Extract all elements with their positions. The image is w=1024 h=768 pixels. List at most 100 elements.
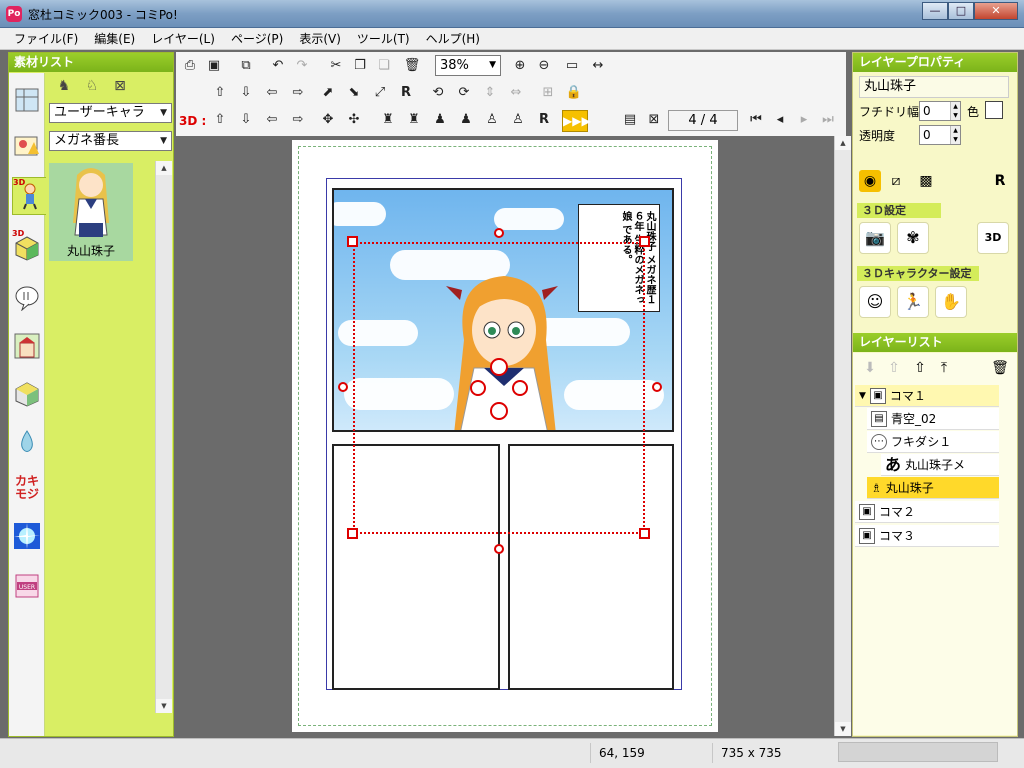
resize-handle-bottom-left[interactable] xyxy=(347,528,358,539)
expand-icon[interactable]: ⤢ xyxy=(370,83,390,103)
balloon-category-button[interactable] xyxy=(12,279,42,317)
pose-handle-body[interactable] xyxy=(490,402,508,420)
flip-horizontal-icon[interactable]: ⇔ xyxy=(506,83,526,103)
next-page-icon[interactable]: ▸ xyxy=(794,110,814,130)
tilt-forward-icon[interactable]: ♟ xyxy=(430,110,450,130)
menu-page[interactable]: ページ(P) xyxy=(223,30,291,47)
rotate-handle-top[interactable] xyxy=(494,228,504,238)
move-left-icon[interactable]: ⇦ xyxy=(262,83,282,103)
pose-handle-left-arm[interactable] xyxy=(470,380,486,396)
frame-clip-icon[interactable]: ⧄ xyxy=(885,170,907,192)
rotate-left-icon[interactable]: ⟲ xyxy=(428,83,448,103)
character-pose-icon[interactable]: ♞ xyxy=(55,77,73,95)
canvas-scrollbar[interactable]: ▲ ▼ xyxy=(834,136,851,736)
close-button[interactable]: ✕ xyxy=(974,2,1018,20)
category-select[interactable]: ユーザーキャラ ▼ xyxy=(49,103,172,123)
resize-handle-top-left[interactable] xyxy=(347,236,358,247)
pose-icon[interactable]: 🏃 xyxy=(897,286,929,318)
layer-item-panel-1[interactable]: ▼ ▣ コマ１ xyxy=(855,385,999,407)
comic-page[interactable]: 丸山珠子 メガネ歴１６年 生粋のメガネっ娘 である。 xyxy=(292,140,718,732)
3d-move-left-icon[interactable]: ⇦ xyxy=(262,110,282,130)
lock-icon[interactable]: 🔒 xyxy=(564,83,584,103)
spinner-arrows-icon[interactable]: ▲ ▼ xyxy=(950,102,960,120)
copy-icon[interactable]: ❐ xyxy=(350,56,370,76)
3d-view-icon[interactable]: 3D xyxy=(977,222,1009,254)
reset-icon[interactable]: R xyxy=(396,83,416,103)
face-expression-icon[interactable]: ☺ xyxy=(859,286,891,318)
move-right-icon[interactable]: ⇨ xyxy=(288,83,308,103)
lean-left-icon[interactable]: ♙ xyxy=(482,110,502,130)
last-page-icon[interactable]: ⏭ xyxy=(818,110,838,130)
move-down-icon[interactable]: ⇩ xyxy=(236,83,256,103)
opacity-spinner[interactable]: 0 ▲ ▼ xyxy=(919,125,961,145)
align-icon[interactable]: ⊞ xyxy=(538,83,558,103)
save-icon[interactable]: ▣ xyxy=(204,56,224,76)
zoom-out-icon[interactable]: ⊖ xyxy=(534,56,554,76)
page-delete-icon[interactable]: ⊠ xyxy=(644,110,664,130)
layer-item-character[interactable]: ♗ 丸山珠子 xyxy=(867,477,999,499)
scale-down-icon[interactable]: ⬊ xyxy=(344,83,364,103)
outline-color-swatch[interactable] xyxy=(985,101,1003,119)
tilt-back-icon[interactable]: ♟ xyxy=(456,110,476,130)
cut-icon[interactable]: ✂ xyxy=(326,56,346,76)
rotate-handle-right[interactable] xyxy=(652,382,662,392)
layer-item-panel-2[interactable]: ▣ コマ２ xyxy=(855,501,999,523)
layer-item-balloon[interactable]: ⋯ フキダシ１ xyxy=(867,431,999,453)
image-category-button[interactable] xyxy=(12,127,42,165)
outline-width-spinner[interactable]: 0 ▲ ▼ xyxy=(919,101,961,121)
menu-tool[interactable]: ツール(T) xyxy=(349,30,418,47)
trash-icon[interactable]: 🗑 xyxy=(989,357,1011,379)
rotate-handle-left[interactable] xyxy=(338,382,348,392)
effect-category-button[interactable] xyxy=(12,423,42,461)
lean-right-icon[interactable]: ♙ xyxy=(508,110,528,130)
transparency-icon[interactable]: ▩ xyxy=(915,170,937,192)
page-settings-icon[interactable]: ▤ xyxy=(620,110,640,130)
background-image-category-button[interactable] xyxy=(12,327,42,365)
asset-list-scrollbar[interactable]: ▲ ▼ xyxy=(155,161,172,713)
prev-page-icon[interactable]: ◂ xyxy=(770,110,790,130)
first-page-icon[interactable]: ⏮ xyxy=(746,110,766,130)
character-3d-category-button[interactable]: 3D xyxy=(12,177,46,215)
hands-icon[interactable]: ✋ xyxy=(935,286,967,318)
3d-move-up-icon[interactable]: ⇧ xyxy=(210,110,230,130)
rotate-right-icon[interactable]: ⟳ xyxy=(454,83,474,103)
scale-up-icon[interactable]: ⬈ xyxy=(318,83,338,103)
3d-reset-icon[interactable]: R xyxy=(534,110,554,130)
user-material-category-button[interactable]: USER xyxy=(12,567,42,605)
move-up-icon[interactable]: ⇧ xyxy=(210,83,230,103)
3d-move-right-icon[interactable]: ⇨ xyxy=(288,110,308,130)
remove-icon[interactable]: ⊠ xyxy=(111,77,129,95)
light-icon[interactable]: ✾ xyxy=(897,222,929,254)
print-icon[interactable]: ⎙ xyxy=(180,56,200,76)
menu-layer[interactable]: レイヤー(L) xyxy=(143,30,223,47)
eye-icon[interactable]: ◉ xyxy=(859,170,881,192)
pose-handle-right-arm[interactable] xyxy=(512,380,528,396)
zoom-select[interactable]: 38% ▼ xyxy=(435,55,501,76)
character-action-icon[interactable]: ♘ xyxy=(83,77,101,95)
scroll-down-icon[interactable]: ▼ xyxy=(835,722,851,736)
pose-handle-head[interactable] xyxy=(490,358,508,376)
paste-icon[interactable]: ❏ xyxy=(374,56,394,76)
spinner-arrows-icon[interactable]: ▲ ▼ xyxy=(950,126,960,144)
expand-arrow-icon[interactable]: ▼ xyxy=(859,385,866,407)
menu-view[interactable]: 表示(V) xyxy=(291,30,349,47)
camera-icon[interactable]: 📷 xyxy=(859,222,891,254)
asset-thumbnail[interactable]: 丸山珠子 xyxy=(49,163,133,261)
move-layer-down-icon[interactable]: ⬇ xyxy=(859,357,881,379)
flip-vertical-icon[interactable]: ⇕ xyxy=(480,83,500,103)
3d-shrink-icon[interactable]: ✥ xyxy=(318,110,338,130)
layer-item-text[interactable]: あ 丸山珠子メ xyxy=(881,454,999,476)
maximize-button[interactable]: □ xyxy=(948,2,974,20)
minimize-button[interactable]: — xyxy=(922,2,948,20)
fit-page-icon[interactable]: ▭ xyxy=(562,56,582,76)
fast-forward-button[interactable]: ▶▶▶ xyxy=(562,110,591,132)
3d-enlarge-icon[interactable]: ✣ xyxy=(344,110,364,130)
menu-edit[interactable]: 編集(E) xyxy=(86,30,143,47)
flash-effect-category-button[interactable] xyxy=(12,517,42,555)
turn-left-icon[interactable]: ♜ xyxy=(378,110,398,130)
fit-width-icon[interactable]: ↔ xyxy=(588,56,608,76)
zoom-in-icon[interactable]: ⊕ xyxy=(510,56,530,76)
object-3d-category-button[interactable]: 3D xyxy=(12,229,42,267)
character-select[interactable]: メガネ番長 ▼ xyxy=(49,131,172,151)
kaki-moji-category-button[interactable]: カキ モジ xyxy=(12,469,42,507)
